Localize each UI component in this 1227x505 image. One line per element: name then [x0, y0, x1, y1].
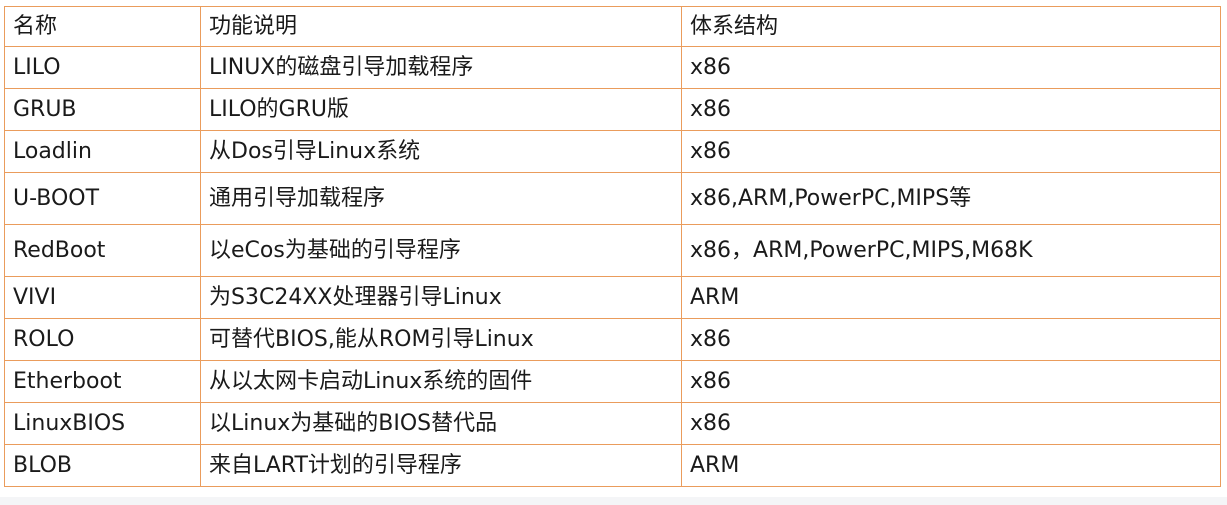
cell-function: LINUX的磁盘引导加载程序: [200, 46, 682, 89]
cell-architecture: x86: [681, 402, 1221, 445]
cell-function: 为S3C24XX处理器引导Linux: [200, 276, 682, 319]
cell-architecture: x86: [681, 360, 1221, 403]
cell-function: 以Linux为基础的BIOS替代品: [200, 402, 682, 445]
cell-function: 来自LART计划的引导程序: [200, 444, 682, 487]
header-cell-architecture: 体系结构: [681, 6, 1221, 47]
cell-architecture: x86: [681, 130, 1221, 173]
table-row: ROLO 可替代BIOS,能从ROM引导Linux x86: [4, 318, 1221, 361]
cell-function: 可替代BIOS,能从ROM引导Linux: [200, 318, 682, 361]
cell-function: 从Dos引导Linux系统: [200, 130, 682, 173]
table-row: U-BOOT 通用引导加载程序 x86,ARM,PowerPC,MIPS等: [4, 172, 1221, 225]
table-row: Loadlin 从Dos引导Linux系统 x86: [4, 130, 1221, 173]
cell-function: 从以太网卡启动Linux系统的固件: [200, 360, 682, 403]
cell-architecture: x86: [681, 46, 1221, 89]
cell-architecture: x86: [681, 318, 1221, 361]
cell-name: GRUB: [4, 88, 201, 131]
table-header-row: 名称 功能说明 体系结构: [4, 6, 1221, 47]
table-row: Etherboot 从以太网卡启动Linux系统的固件 x86: [4, 360, 1221, 403]
cell-architecture: ARM: [681, 276, 1221, 319]
cell-function: LILO的GRU版: [200, 88, 682, 131]
bottom-divider: [0, 497, 1227, 505]
table-row: GRUB LILO的GRU版 x86: [4, 88, 1221, 131]
cell-architecture: ARM: [681, 444, 1221, 487]
cell-name: LinuxBIOS: [4, 402, 201, 445]
table-row: LILO LINUX的磁盘引导加载程序 x86: [4, 46, 1221, 89]
cell-architecture: x86，ARM,PowerPC,MIPS,M68K: [681, 224, 1221, 277]
bootloader-table: 名称 功能说明 体系结构 LILO LINUX的磁盘引导加载程序 x86 GRU…: [4, 6, 1221, 487]
cell-name: RedBoot: [4, 224, 201, 277]
table-row: VIVI 为S3C24XX处理器引导Linux ARM: [4, 276, 1221, 319]
cell-function: 以eCos为基础的引导程序: [200, 224, 682, 277]
cell-name: LILO: [4, 46, 201, 89]
cell-architecture: x86: [681, 88, 1221, 131]
cell-name: VIVI: [4, 276, 201, 319]
cell-name: BLOB: [4, 444, 201, 487]
table-row: RedBoot 以eCos为基础的引导程序 x86，ARM,PowerPC,MI…: [4, 224, 1221, 277]
table-row: LinuxBIOS 以Linux为基础的BIOS替代品 x86: [4, 402, 1221, 445]
cell-function: 通用引导加载程序: [200, 172, 682, 225]
cell-name: Etherboot: [4, 360, 201, 403]
header-cell-name: 名称: [4, 6, 201, 47]
cell-name: ROLO: [4, 318, 201, 361]
cell-architecture: x86,ARM,PowerPC,MIPS等: [681, 172, 1221, 225]
cell-name: Loadlin: [4, 130, 201, 173]
table-row: BLOB 来自LART计划的引导程序 ARM: [4, 444, 1221, 487]
cell-name: U-BOOT: [4, 172, 201, 225]
header-cell-function: 功能说明: [200, 6, 682, 47]
